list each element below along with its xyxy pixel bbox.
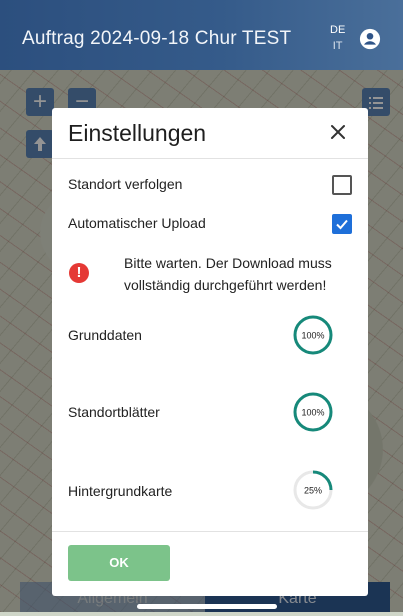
page-title: Auftrag 2024-09-18 Chur TEST bbox=[22, 28, 292, 49]
download-label-standortblaetter: Standortblätter bbox=[68, 404, 160, 420]
standortblaetter-progress-ring: 100% bbox=[293, 392, 333, 432]
language-de[interactable]: DE bbox=[330, 22, 345, 38]
checkmark-icon bbox=[336, 219, 348, 230]
app-header: Auftrag 2024-09-18 Chur TEST DE IT bbox=[0, 0, 403, 70]
dialog-header-divider bbox=[52, 158, 368, 159]
download-warning-text: Bitte warten. Der Download muss vollstän… bbox=[124, 255, 332, 293]
follow-location-checkbox[interactable] bbox=[332, 175, 352, 195]
exclamation-icon: ! bbox=[69, 263, 89, 283]
settings-dialog: Einstellungen Standort verfolgen Automat… bbox=[52, 108, 368, 596]
grunddaten-progress-ring: 100% bbox=[293, 315, 333, 355]
home-indicator bbox=[137, 604, 277, 609]
grunddaten-percent: 100% bbox=[301, 331, 324, 341]
dialog-title: Einstellungen bbox=[68, 120, 207, 146]
download-label-hintergrundkarte: Hintergrundkarte bbox=[68, 483, 173, 499]
account-circle-icon[interactable] bbox=[359, 28, 381, 50]
setting-label-standort: Standort verfolgen bbox=[68, 176, 183, 192]
hintergrundkarte-progress-ring: 25% bbox=[293, 470, 333, 510]
setting-label-upload: Automatischer Upload bbox=[68, 215, 206, 231]
auto-upload-checkbox[interactable] bbox=[332, 214, 352, 234]
standortblaetter-percent: 100% bbox=[301, 408, 324, 418]
language-switcher: DE IT bbox=[330, 22, 345, 54]
language-it[interactable]: IT bbox=[330, 38, 345, 54]
ok-button[interactable]: OK bbox=[68, 545, 170, 581]
download-label-grunddaten: Grunddaten bbox=[68, 327, 142, 343]
dialog-footer-divider bbox=[52, 531, 368, 532]
close-icon[interactable] bbox=[328, 122, 348, 142]
hintergrundkarte-percent: 25% bbox=[304, 486, 322, 496]
